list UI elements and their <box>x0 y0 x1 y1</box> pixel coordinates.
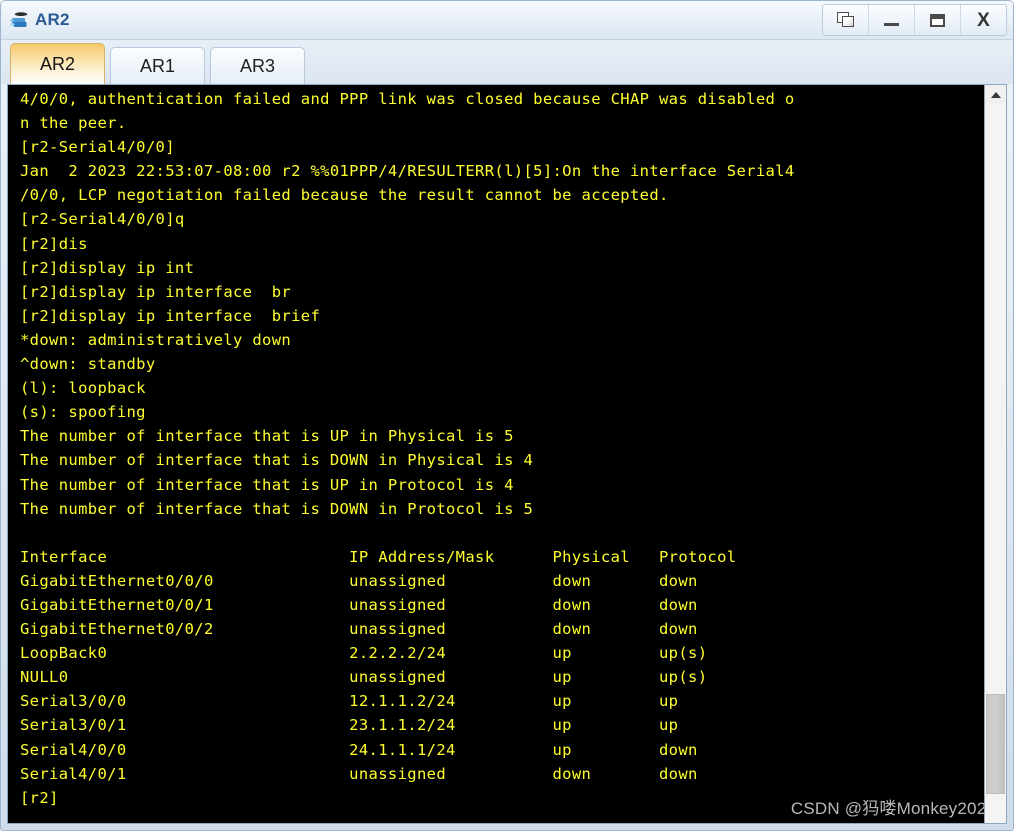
terminal-line: *down: administratively down <box>20 330 292 349</box>
terminal-line: GigabitEthernet0/0/1 unassigned down dow… <box>20 595 698 614</box>
terminal-line: [r2-Serial4/0/0]q <box>20 210 185 229</box>
terminal-line: GigabitEthernet0/0/2 unassigned down dow… <box>20 620 698 639</box>
maximize-icon <box>930 13 945 27</box>
tab-ar1[interactable]: AR1 <box>110 47 205 84</box>
terminal-line: [r2]display ip interface brief <box>20 306 321 325</box>
maximize-button[interactable] <box>915 5 961 35</box>
close-icon: X <box>977 9 990 31</box>
terminal-line: Serial3/0/0 12.1.1.2/24 up up <box>20 692 679 711</box>
minimize-icon <box>884 22 899 26</box>
terminal-line: The number of interface that is DOWN in … <box>20 451 534 470</box>
terminal-line: 4/0/0, authentication failed and PPP lin… <box>20 90 795 108</box>
tab-ar2[interactable]: AR2 <box>10 43 105 84</box>
terminal-line: Serial3/0/1 23.1.1.2/24 up up <box>20 716 679 735</box>
terminal-line: GigabitEthernet0/0/0 unassigned down dow… <box>20 571 698 590</box>
title-bar: AR2 X <box>1 1 1013 40</box>
terminal-line: Jan 2 2023 22:53:07-08:00 r2 %%01PPP/4/R… <box>20 162 795 181</box>
tab-strip: AR2 AR1 AR3 <box>1 40 1013 84</box>
watermark-text: CSDN @犸喽Monkey2022 <box>790 799 996 818</box>
terminal-line: (s): spoofing <box>20 403 146 422</box>
scrollbar-track[interactable] <box>985 104 1006 823</box>
window-title: AR2 <box>35 9 70 29</box>
terminal-line: The number of interface that is UP in Ph… <box>20 427 514 446</box>
tab-ar2-label: AR2 <box>39 53 75 74</box>
terminal-line: Serial4/0/1 unassigned down down <box>20 764 698 783</box>
terminal-line: NULL0 unassigned up up(s) <box>20 668 708 687</box>
terminal-output[interactable]: 4/0/0, authentication failed and PPP lin… <box>8 85 984 823</box>
router-icon <box>9 9 31 31</box>
terminal-line: [r2]display ip int <box>20 258 195 277</box>
terminal-line: Serial4/0/0 24.1.1.1/24 up down <box>20 740 698 759</box>
terminal-line: ^down: standby <box>20 355 156 374</box>
tab-ar1-label: AR1 <box>139 55 175 76</box>
window-controls: X <box>822 4 1007 36</box>
cascade-windows-icon <box>836 12 855 28</box>
terminal-panel: 4/0/0, authentication failed and PPP lin… <box>7 84 1007 824</box>
terminal-line: The number of interface that is DOWN in … <box>20 499 534 518</box>
terminal-line: Interface IP Address/Mask Physical Proto… <box>20 547 737 566</box>
close-button[interactable]: X <box>961 5 1006 35</box>
restore-windows-button[interactable] <box>823 5 869 35</box>
terminal-line: [r2-Serial4/0/0] <box>20 138 175 157</box>
terminal-line: The number of interface that is UP in Pr… <box>20 475 514 494</box>
application-window: AR2 X AR2 AR1 AR3 4/0/0, authentication … <box>0 0 1014 831</box>
terminal-line: /0/0, LCP negotiation failed because the… <box>20 186 669 205</box>
terminal-line: [r2]display ip interface br <box>20 282 292 301</box>
scroll-up-button[interactable] <box>985 85 1006 104</box>
chevron-up-icon <box>990 91 1001 98</box>
tab-ar3-label: AR3 <box>239 55 275 76</box>
terminal-line: (l): loopback <box>20 379 146 398</box>
terminal-line: [r2]dis <box>20 234 88 253</box>
tab-ar3[interactable]: AR3 <box>210 47 305 84</box>
vertical-scrollbar[interactable] <box>984 85 1006 823</box>
terminal-line: n the peer. <box>20 114 127 133</box>
scrollbar-thumb[interactable] <box>986 693 1005 795</box>
terminal-line: LoopBack0 2.2.2.2/24 up up(s) <box>20 644 708 663</box>
minimize-button[interactable] <box>869 5 915 35</box>
